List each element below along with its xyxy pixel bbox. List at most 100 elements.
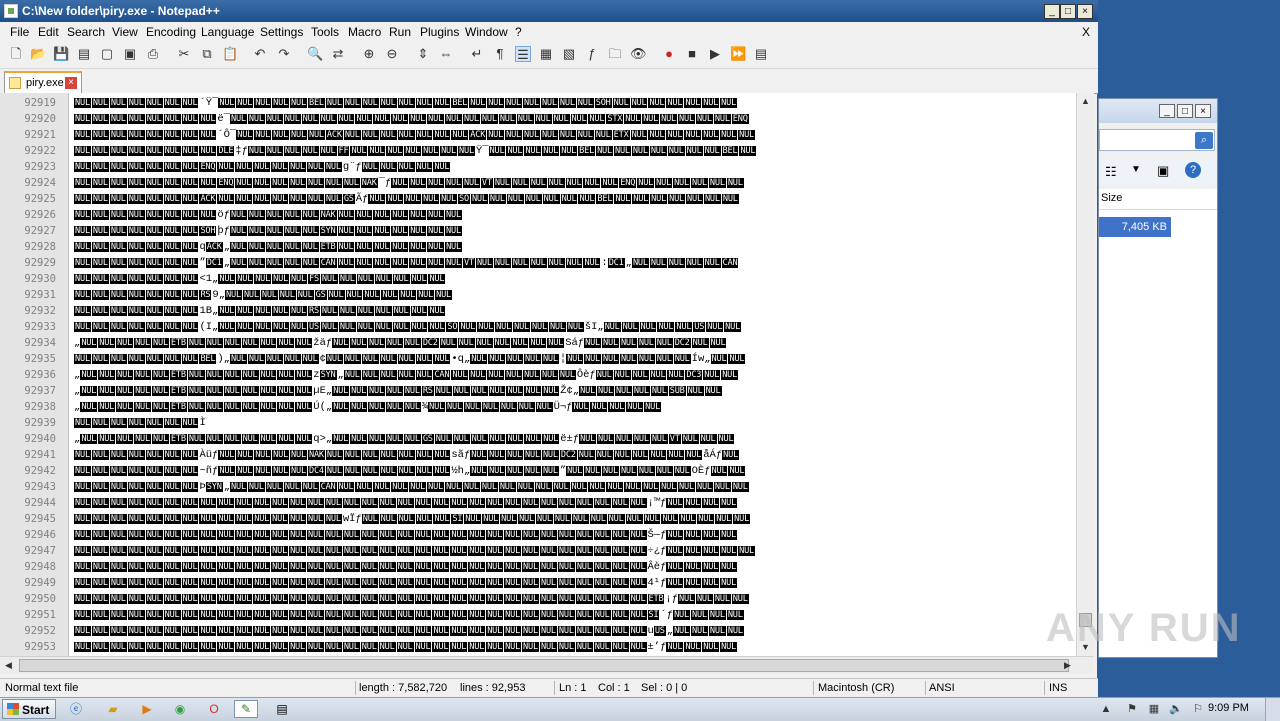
text-line[interactable]: NUL NUL NUL NUL NUL NUL NUL ÞSYN „NUL NUL NUL NUL NU… [74,479,1074,495]
text-line[interactable]: NUL NUL NUL NUL NUL NUL NUL NUL DLE ‡ƒNUL NUL NUL NU… [74,143,1074,159]
text-line[interactable]: NUL NUL NUL NUL NUL NUL NUL (I„NUL NUL NUL NUL NUL U… [74,319,1074,335]
close-all-icon[interactable]: ▣ [122,46,138,62]
menu-help[interactable]: ? [515,25,522,39]
menu-edit[interactable]: Edit [38,25,59,39]
column-header-size[interactable]: Size [1099,189,1217,210]
menu-settings[interactable]: Settings [260,25,303,39]
save-macro-icon[interactable]: ▤ [753,46,769,62]
sync-horizontal-icon[interactable]: ⇔ [438,46,454,62]
minimize-icon[interactable]: _ [1159,104,1175,118]
text-line[interactable]: „NUL NUL NUL NUL NUL ETB NUL NUL NUL NUL NUL NUL NUL… [74,431,1074,447]
menu-search[interactable]: Search [67,25,105,39]
play-macro-icon[interactable]: ▶ [707,46,723,62]
text-line[interactable]: NUL NUL NUL NUL NUL NUL NUL NUL NUL NUL NUL NUL NUL N… [74,511,1074,527]
scroll-left-icon[interactable]: ◀ [0,657,17,674]
text-line[interactable]: NUL NUL NUL NUL NUL NUL NUL NUL NUL NUL NUL NUL NUL N… [74,623,1074,639]
minimize-button[interactable]: _ [1044,4,1060,19]
file-size-cell[interactable]: 7,405 KB [1099,217,1171,237]
opera-icon[interactable]: O [202,700,226,718]
indent-guide-icon[interactable]: ☰ [515,46,531,62]
print-icon[interactable]: ⎙ [145,46,161,62]
close-file-icon[interactable]: ▢ [99,46,115,62]
word-wrap-icon[interactable]: ↵ [469,46,485,62]
text-line[interactable]: NUL NUL NUL NUL NUL NUL NUL ENQ NUL NUL NUL NUL NUL N… [74,159,1074,175]
file-explorer-icon[interactable]: ▰ [101,700,125,718]
text-line[interactable]: „NUL NUL NUL NUL NUL ETB NUL NUL NUL NUL NUL NUL NUL… [74,367,1074,383]
explorer-window[interactable]: _ □ × ⌕ ☷ ▼ ▣ ? Size 7,405 KB [1098,98,1218,658]
text-line[interactable]: NUL NUL NUL NUL NUL NUL NUL 1B„NUL NUL NUL NUL NUL R… [74,303,1074,319]
editor-area[interactable]: 92919 92920 92921 92922 92923 92924 92925 92926… [0,93,1076,656]
folder-workspace-icon[interactable]: 🗀 [607,46,623,62]
search-icon[interactable]: ⌕ [1195,132,1213,149]
zoom-out-icon[interactable]: ⊖ [384,46,400,62]
run-macro-multiple-icon[interactable]: ⏩ [730,46,746,62]
text-line[interactable]: NUL NUL NUL NUL NUL NUL NUL NUL NUL NUL NUL NUL NUL N… [74,639,1074,655]
monitoring-icon[interactable]: 👁 [630,46,647,62]
scroll-up-icon[interactable]: ▲ [1077,93,1094,110]
title-bar[interactable]: C:\New folder\piry.exe - Notepad++ _ □ × [0,0,1098,22]
clock[interactable]: 9:09 PM [1208,702,1249,714]
text-line[interactable]: NUL NUL NUL NUL NUL NUL NUL NUL öƒNUL NUL NUL NUL NU… [74,207,1074,223]
replace-icon[interactable]: ⇄ [330,46,346,62]
text-line[interactable]: NUL NUL NUL NUL NUL NUL NUL ÀüƒNUL NUL NUL NUL NUL N… [74,447,1074,463]
start-button[interactable]: Start [2,699,56,719]
preview-pane-icon[interactable]: ▣ [1157,163,1169,179]
text-line[interactable]: NUL NUL NUL NUL NUL NUL NUL ACK NUL NUL NUL NUL NUL N… [74,191,1074,207]
tab-piry-exe[interactable]: piry.exe × [4,71,82,93]
function-list-icon[interactable]: ƒ [584,46,600,62]
text-line[interactable]: „NUL NUL NUL NUL NUL ETB NUL NUL NUL NUL NUL NUL NUL… [74,383,1074,399]
text-line[interactable]: NUL NUL NUL NUL NUL NUL NUL NUL NUL NUL NUL NUL NUL N… [74,495,1074,511]
text-line[interactable]: NUL NUL NUL NUL NUL NUL NUL NUL ENQ NUL NUL NUL NUL N… [74,175,1074,191]
text-line[interactable]: NUL NUL NUL NUL NUL NUL NUL NUL NUL NUL NUL NUL NUL N… [74,591,1074,607]
scroll-right-icon[interactable]: ▶ [1059,657,1076,674]
text-line[interactable]: NUL NUL NUL NUL NUL NUL NUL NUL NUL NUL NUL NUL NUL N… [74,559,1074,575]
close-tab-icon[interactable]: × [65,77,77,89]
explorer-titlebar[interactable]: _ □ × [1099,99,1217,123]
find-icon[interactable]: 🔍 [307,46,323,62]
app-window-icon[interactable]: ▤ [270,700,294,718]
action-center-icon[interactable]: ⚑ [1125,701,1139,717]
save-icon[interactable]: 💾 [53,46,69,62]
cut-icon[interactable]: ✂ [176,46,192,62]
open-file-icon[interactable]: 📂 [30,46,46,62]
internet-explorer-icon[interactable]: ⓔ [64,700,88,718]
volume-icon[interactable]: 🔈 [1169,701,1183,717]
chrome-icon[interactable]: ◉ [168,700,192,718]
copy-icon[interactable]: ⧉ [199,46,215,62]
maximize-button[interactable]: □ [1060,4,1076,19]
text-line[interactable]: NUL NUL NUL NUL NUL NUL NUL NUL ´Ô¯NUL NUL NUL NUL N… [74,127,1074,143]
redo-icon[interactable]: ↷ [276,46,292,62]
flag-icon[interactable]: ⚐ [1191,701,1205,717]
help-icon[interactable]: ? [1185,162,1201,178]
text-line[interactable]: „NUL NUL NUL NUL NUL ETB NUL NUL NUL NUL NUL NUL NUL… [74,399,1074,415]
text-line[interactable]: NUL NUL NUL NUL NUL NUL NUL BEL)„NUL NUL NUL NUL NU… [74,351,1074,367]
menu-plugins[interactable]: Plugins [420,25,459,39]
zoom-in-icon[interactable]: ⊕ [361,46,377,62]
menu-window[interactable]: Window [465,25,508,39]
notepadpp-taskbar-icon[interactable]: ✎ [234,700,258,718]
view-options-icon[interactable]: ☷ [1105,164,1117,180]
menu-view[interactable]: View [112,25,138,39]
show-all-characters-icon[interactable]: ¶ [492,46,508,62]
tray-expand-icon[interactable]: ▲ [1099,701,1113,717]
paste-icon[interactable]: 📋 [222,46,238,62]
menu-encoding[interactable]: Encoding [146,25,196,39]
document-map-icon[interactable]: ▧ [561,46,577,62]
text-line[interactable]: NUL NUL NUL NUL NUL NUL NUL Ì [74,415,1074,431]
text-line[interactable]: NUL NUL NUL NUL NUL NUL NUL ”DC1 „NUL NUL NUL NUL NU… [74,255,1074,271]
document-close-button[interactable]: X [1082,25,1090,39]
save-all-icon[interactable]: ▤ [76,46,92,62]
chevron-down-icon[interactable]: ▼ [1131,164,1141,175]
record-macro-icon[interactable]: ● [661,46,677,62]
close-icon[interactable]: × [1195,104,1211,118]
menu-file[interactable]: File [10,25,29,39]
menu-macro[interactable]: Macro [348,25,381,39]
horizontal-scroll-thumb[interactable] [19,659,1069,672]
undo-icon[interactable]: ↶ [252,46,268,62]
text-line[interactable]: NUL NUL NUL NUL NUL NUL NUL RS 9„NUL NUL NUL NUL NUL… [74,287,1074,303]
menu-tools[interactable]: Tools [311,25,339,39]
text-line[interactable]: NUL NUL NUL NUL NUL NUL NUL <1„NUL NUL NUL NUL NUL F… [74,271,1074,287]
horizontal-scrollbar[interactable]: ◀ ▶ [0,656,1093,674]
network-icon[interactable]: ▦ [1147,701,1161,717]
media-player-icon[interactable]: ▶ [135,700,159,718]
